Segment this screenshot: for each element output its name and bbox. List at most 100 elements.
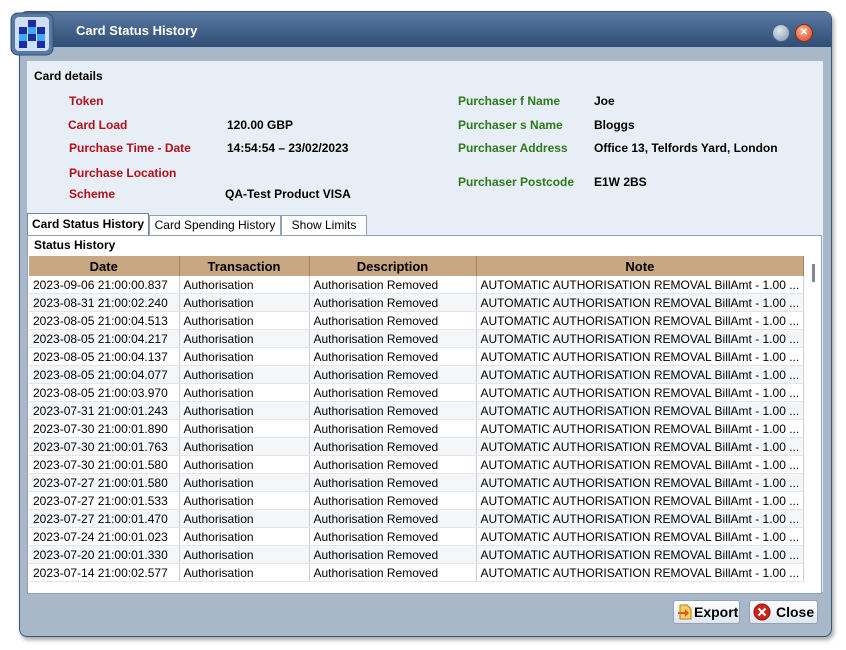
cell-transaction: Authorisation bbox=[179, 419, 310, 438]
cell-date: 2023-07-31 21:00:01.243 bbox=[29, 401, 180, 420]
table-row[interactable]: 2023-07-27 21:00:01.580 Authorisation Auth… bbox=[29, 473, 805, 492]
table-row[interactable]: 2023-07-30 21:00:01.580 Authorisation Auth… bbox=[29, 455, 805, 474]
cell-description: Authorisation Removed bbox=[309, 276, 477, 294]
column-header-transaction[interactable]: Transaction bbox=[179, 256, 310, 276]
cell-transaction: Authorisation bbox=[179, 401, 310, 420]
cell-description: Authorisation Removed bbox=[309, 383, 477, 402]
cell-note: AUTOMATIC AUTHORISATION REMOVAL BillAmt … bbox=[476, 491, 805, 510]
table-row[interactable]: 2023-08-31 21:00:02.240 Authorisation Auth… bbox=[29, 293, 805, 312]
table-row[interactable]: 2023-08-05 21:00:03.970 Authorisation Auth… bbox=[29, 383, 805, 402]
cell-date: 2023-08-05 21:00:04.077 bbox=[29, 365, 180, 384]
column-header-date[interactable]: Date bbox=[29, 256, 180, 276]
purchaser-fname-value: Joe bbox=[594, 94, 615, 108]
cell-note: AUTOMATIC AUTHORISATION REMOVAL BillAmt … bbox=[476, 401, 805, 420]
cell-transaction: Authorisation bbox=[179, 473, 310, 492]
scheme-value: QA-Test Product VISA bbox=[225, 187, 351, 201]
table-row[interactable]: 2023-08-05 21:00:04.217 Authorisation Auth… bbox=[29, 329, 805, 348]
scrollbar-thumb[interactable] bbox=[812, 264, 815, 282]
close-window-button[interactable]: ✕ bbox=[795, 24, 813, 42]
table-row[interactable]: 2023-07-31 21:00:01.243 Authorisation Auth… bbox=[29, 401, 805, 420]
purchase-location-label: Purchase Location bbox=[69, 166, 177, 180]
table-row[interactable]: 2023-07-27 21:00:01.470 Authorisation Auth… bbox=[29, 509, 805, 528]
cell-transaction: Authorisation bbox=[179, 455, 310, 474]
cell-description: Authorisation Removed bbox=[309, 473, 477, 492]
card-load-label: Card Load bbox=[68, 118, 128, 132]
cell-date: 2023-08-05 21:00:04.217 bbox=[29, 329, 180, 348]
cell-transaction: Authorisation bbox=[179, 491, 310, 510]
cell-note: AUTOMATIC AUTHORISATION REMOVAL BillAmt … bbox=[476, 419, 805, 438]
cell-note: AUTOMATIC AUTHORISATION REMOVAL BillAmt … bbox=[476, 365, 805, 384]
cell-transaction: Authorisation bbox=[179, 545, 310, 564]
export-label: Export bbox=[694, 604, 739, 620]
cell-transaction: Authorisation bbox=[179, 293, 310, 312]
cell-date: 2023-08-31 21:00:02.240 bbox=[29, 293, 180, 312]
table-row[interactable]: 2023-08-05 21:00:04.077 Authorisation Auth… bbox=[29, 365, 805, 384]
cell-date: 2023-07-30 21:00:01.890 bbox=[29, 419, 180, 438]
table-row[interactable]: 2023-07-14 21:00:02.577 Authorisation Auth… bbox=[29, 563, 805, 582]
tab-show-limits[interactable]: Show Limits bbox=[281, 215, 367, 235]
tab-card-spending-history[interactable]: Card Spending History bbox=[149, 215, 281, 235]
close-icon bbox=[753, 603, 771, 621]
card-details-panel: Card details Token Card Load 120.00 GBP … bbox=[27, 61, 823, 594]
cell-description: Authorisation Removed bbox=[309, 419, 477, 438]
export-icon bbox=[678, 604, 692, 620]
cell-transaction: Authorisation bbox=[179, 347, 310, 366]
tab-card-status-history[interactable]: Card Status History bbox=[27, 213, 149, 235]
close-button[interactable]: Close bbox=[749, 600, 818, 624]
cell-transaction: Authorisation bbox=[179, 365, 310, 384]
minimize-button[interactable] bbox=[772, 24, 790, 42]
cell-date: 2023-07-14 21:00:02.577 bbox=[29, 563, 180, 582]
cell-date: 2023-07-24 21:00:01.023 bbox=[29, 527, 180, 546]
cell-note: AUTOMATIC AUTHORISATION REMOVAL BillAmt … bbox=[476, 293, 805, 312]
cell-date: 2023-07-27 21:00:01.470 bbox=[29, 509, 180, 528]
table-row[interactable]: 2023-09-06 21:00:00.837 Authorisation Auth… bbox=[29, 276, 805, 294]
cell-date: 2023-07-30 21:00:01.580 bbox=[29, 455, 180, 474]
close-label: Close bbox=[776, 604, 815, 620]
card-load-value: 120.00 GBP bbox=[227, 118, 294, 132]
card-status-history-window: Card Status History ✕ Card details Token… bbox=[19, 11, 832, 637]
table-row[interactable]: 2023-07-30 21:00:01.890 Authorisation Auth… bbox=[29, 419, 805, 438]
cell-description: Authorisation Removed bbox=[309, 293, 477, 312]
cell-transaction: Authorisation bbox=[179, 276, 310, 294]
cell-transaction: Authorisation bbox=[179, 311, 310, 330]
cell-description: Authorisation Removed bbox=[309, 509, 477, 528]
status-history-panel: Status History Date Transaction Descript… bbox=[27, 235, 822, 594]
cell-note: AUTOMATIC AUTHORISATION REMOVAL BillAmt … bbox=[476, 545, 805, 564]
cell-note: AUTOMATIC AUTHORISATION REMOVAL BillAmt … bbox=[476, 347, 805, 366]
section-title: Card details bbox=[34, 69, 103, 83]
purchase-time-label: Purchase Time - Date bbox=[69, 141, 191, 155]
purchaser-postcode-value: E1W 2BS bbox=[594, 175, 647, 189]
table-row[interactable]: 2023-07-27 21:00:01.533 Authorisation Auth… bbox=[29, 491, 805, 510]
table-row[interactable]: 2023-07-20 21:00:01.330 Authorisation Auth… bbox=[29, 545, 805, 564]
cell-date: 2023-07-27 21:00:01.533 bbox=[29, 491, 180, 510]
cell-note: AUTOMATIC AUTHORISATION REMOVAL BillAmt … bbox=[476, 563, 805, 582]
cell-description: Authorisation Removed bbox=[309, 365, 477, 384]
window-title: Card Status History bbox=[76, 23, 198, 38]
cell-description: Authorisation Removed bbox=[309, 545, 477, 564]
cell-note: AUTOMATIC AUTHORISATION REMOVAL BillAmt … bbox=[476, 437, 805, 456]
token-label: Token bbox=[69, 94, 104, 108]
cell-note: AUTOMATIC AUTHORISATION REMOVAL BillAmt … bbox=[476, 276, 805, 294]
cell-transaction: Authorisation bbox=[179, 527, 310, 546]
purchaser-sname-label: Purchaser s Name bbox=[458, 118, 563, 132]
cell-description: Authorisation Removed bbox=[309, 347, 477, 366]
cell-note: AUTOMATIC AUTHORISATION REMOVAL BillAmt … bbox=[476, 455, 805, 474]
table-row[interactable]: 2023-08-05 21:00:04.513 Authorisation Auth… bbox=[29, 311, 805, 330]
vertical-scrollbar[interactable] bbox=[806, 260, 818, 586]
cell-date: 2023-08-05 21:00:03.970 bbox=[29, 383, 180, 402]
column-header-description[interactable]: Description bbox=[309, 256, 477, 276]
table-body: 2023-09-06 21:00:00.837 Authorisation Auth… bbox=[29, 276, 805, 582]
column-header-note[interactable]: Note bbox=[476, 256, 805, 276]
status-history-grid: Date Transaction Description Note 2023-0… bbox=[29, 256, 820, 591]
purchaser-postcode-label: Purchaser Postcode bbox=[458, 175, 575, 189]
table-row[interactable]: 2023-08-05 21:00:04.137 Authorisation Auth… bbox=[29, 347, 805, 366]
scheme-label: Scheme bbox=[69, 187, 116, 201]
cell-description: Authorisation Removed bbox=[309, 401, 477, 420]
purchaser-address-label: Purchaser Address bbox=[458, 141, 568, 155]
cell-note: AUTOMATIC AUTHORISATION REMOVAL BillAmt … bbox=[476, 527, 805, 546]
cell-description: Authorisation Removed bbox=[309, 311, 477, 330]
table-row[interactable]: 2023-07-30 21:00:01.763 Authorisation Auth… bbox=[29, 437, 805, 456]
export-button[interactable]: Export bbox=[673, 600, 740, 624]
cell-description: Authorisation Removed bbox=[309, 563, 477, 582]
table-row[interactable]: 2023-07-24 21:00:01.023 Authorisation Auth… bbox=[29, 527, 805, 546]
